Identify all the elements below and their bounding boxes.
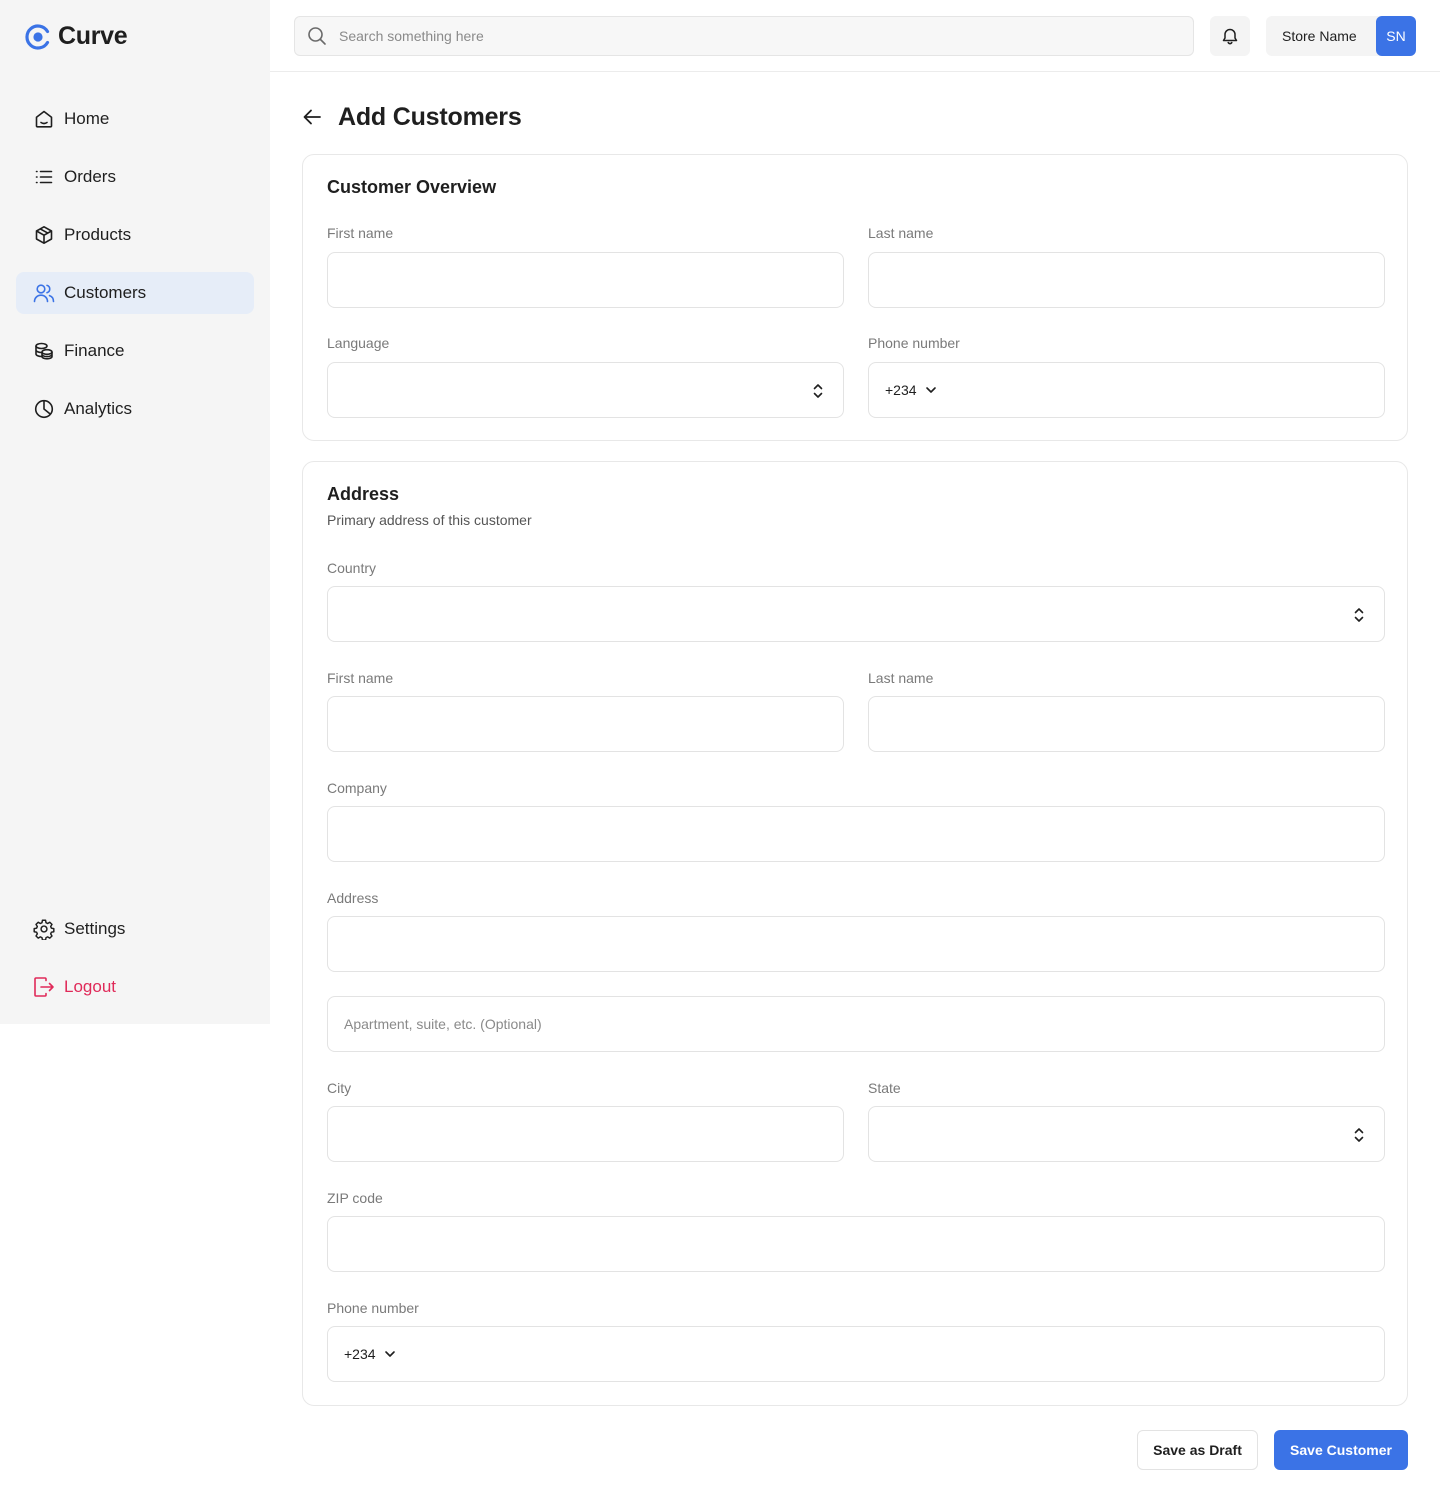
sidebar-item-label: Finance bbox=[64, 341, 125, 360]
sidebar-item-label: Analytics bbox=[64, 399, 133, 418]
address-card: Address Primary address of this customer… bbox=[302, 461, 1408, 1406]
logout-icon bbox=[33, 976, 55, 998]
page-header: Add Customers bbox=[302, 102, 522, 132]
last-name-label: Last name bbox=[868, 225, 934, 241]
zip-code-input[interactable] bbox=[328, 1217, 1384, 1271]
zip-code-field bbox=[327, 1216, 1385, 1272]
curve-logo-icon bbox=[25, 23, 50, 50]
sidebar-item-home[interactable]: Home bbox=[16, 98, 254, 140]
dial-code-value: +234 bbox=[885, 382, 917, 398]
bell-icon bbox=[1222, 28, 1238, 45]
phone-number-label: Phone number bbox=[868, 335, 960, 351]
first-name-input[interactable] bbox=[328, 253, 843, 307]
address-last-name-label: Last name bbox=[868, 670, 934, 686]
gear-icon bbox=[33, 918, 55, 940]
card-title: Customer Overview bbox=[327, 177, 497, 197]
chevron-up-down-icon bbox=[1354, 608, 1364, 622]
chevron-down-icon bbox=[925, 387, 936, 393]
chevron-up-down-icon bbox=[813, 384, 823, 398]
notifications-button[interactable] bbox=[1210, 16, 1250, 56]
sidebar-bottom-nav: Settings Logout bbox=[16, 908, 254, 1024]
sidebar-item-products[interactable]: Products bbox=[16, 214, 254, 256]
phone-number-input[interactable] bbox=[936, 363, 1384, 417]
language-select[interactable] bbox=[327, 362, 844, 418]
sidebar-item-finance[interactable]: Finance bbox=[16, 330, 254, 372]
country-label: Country bbox=[327, 560, 377, 576]
brand-logo[interactable]: Curve bbox=[24, 22, 128, 51]
store-switcher[interactable]: Store Name SN bbox=[1266, 16, 1416, 56]
dial-code-select[interactable]: +234 bbox=[869, 363, 937, 417]
sidebar-nav: Home Orders Products Customers Finance A… bbox=[16, 98, 254, 446]
sidebar-item-label: Home bbox=[64, 109, 110, 128]
store-name: Store Name bbox=[1282, 28, 1357, 44]
save-customer-button[interactable]: Save Customer bbox=[1274, 1430, 1408, 1470]
sidebar-item-label: Logout bbox=[64, 977, 116, 996]
avatar[interactable]: SN bbox=[1376, 16, 1416, 56]
apartment-field bbox=[327, 996, 1385, 1052]
address-phone-field: +234 bbox=[327, 1326, 1385, 1382]
sidebar: Curve Home Orders Products Customers Fin… bbox=[0, 0, 270, 1024]
box-icon bbox=[33, 224, 55, 246]
brand-name: Curve bbox=[58, 22, 128, 50]
list-icon bbox=[33, 166, 55, 188]
address-field bbox=[327, 916, 1385, 972]
country-select[interactable] bbox=[327, 586, 1385, 642]
city-label: City bbox=[327, 1080, 352, 1096]
coins-icon bbox=[33, 340, 55, 362]
chevron-up-down-icon bbox=[1354, 1128, 1364, 1142]
address-first-name-field bbox=[327, 696, 844, 752]
state-select[interactable] bbox=[868, 1106, 1385, 1162]
sidebar-item-orders[interactable]: Orders bbox=[16, 156, 254, 198]
company-field bbox=[327, 806, 1385, 862]
sidebar-item-label: Customers bbox=[64, 283, 147, 302]
chevron-down-icon bbox=[384, 1351, 395, 1357]
save-as-draft-button[interactable]: Save as Draft bbox=[1137, 1430, 1258, 1470]
company-label: Company bbox=[327, 780, 387, 796]
last-name-field bbox=[868, 252, 1385, 308]
sidebar-item-label: Settings bbox=[64, 919, 126, 938]
apartment-input[interactable] bbox=[328, 997, 1384, 1051]
users-icon bbox=[33, 282, 55, 304]
search-icon bbox=[308, 27, 326, 45]
search-box bbox=[294, 16, 1194, 56]
pie-chart-icon bbox=[33, 398, 55, 420]
sidebar-item-customers[interactable]: Customers bbox=[16, 272, 254, 314]
city-field bbox=[327, 1106, 844, 1162]
phone-number-field: +234 bbox=[868, 362, 1385, 418]
page-title: Add Customers bbox=[338, 102, 522, 131]
dial-code-value: +234 bbox=[344, 1346, 376, 1362]
address-first-name-label: First name bbox=[327, 670, 394, 686]
sidebar-item-label: Products bbox=[64, 225, 132, 244]
address-last-name-field bbox=[868, 696, 1385, 752]
dial-code-select[interactable]: +234 bbox=[328, 1327, 396, 1381]
sidebar-item-logout[interactable]: Logout bbox=[16, 966, 254, 1008]
back-button[interactable] bbox=[302, 102, 326, 132]
address-label: Address bbox=[327, 890, 379, 906]
first-name-field bbox=[327, 252, 844, 308]
search-input[interactable] bbox=[339, 28, 1159, 44]
sidebar-item-analytics[interactable]: Analytics bbox=[16, 388, 254, 430]
customer-overview-card: Customer Overview First name Last name L… bbox=[302, 154, 1408, 441]
arrow-left-icon bbox=[303, 109, 321, 125]
card-title: Address bbox=[327, 484, 400, 504]
address-first-name-input[interactable] bbox=[328, 697, 843, 751]
card-subtitle: Primary address of this customer bbox=[327, 512, 532, 528]
zip-code-label: ZIP code bbox=[327, 1190, 383, 1206]
top-bar: Store Name SN bbox=[270, 0, 1440, 72]
language-label: Language bbox=[327, 335, 390, 351]
city-input[interactable] bbox=[328, 1107, 843, 1161]
first-name-label: First name bbox=[327, 225, 394, 241]
address-input[interactable] bbox=[328, 917, 1384, 971]
state-label: State bbox=[868, 1080, 901, 1096]
last-name-input[interactable] bbox=[869, 253, 1384, 307]
sidebar-item-label: Orders bbox=[64, 167, 116, 186]
home-icon bbox=[33, 108, 55, 130]
address-phone-input[interactable] bbox=[395, 1327, 1384, 1381]
address-phone-label: Phone number bbox=[327, 1300, 419, 1316]
sidebar-item-settings[interactable]: Settings bbox=[16, 908, 254, 950]
address-last-name-input[interactable] bbox=[869, 697, 1384, 751]
company-input[interactable] bbox=[328, 807, 1384, 861]
